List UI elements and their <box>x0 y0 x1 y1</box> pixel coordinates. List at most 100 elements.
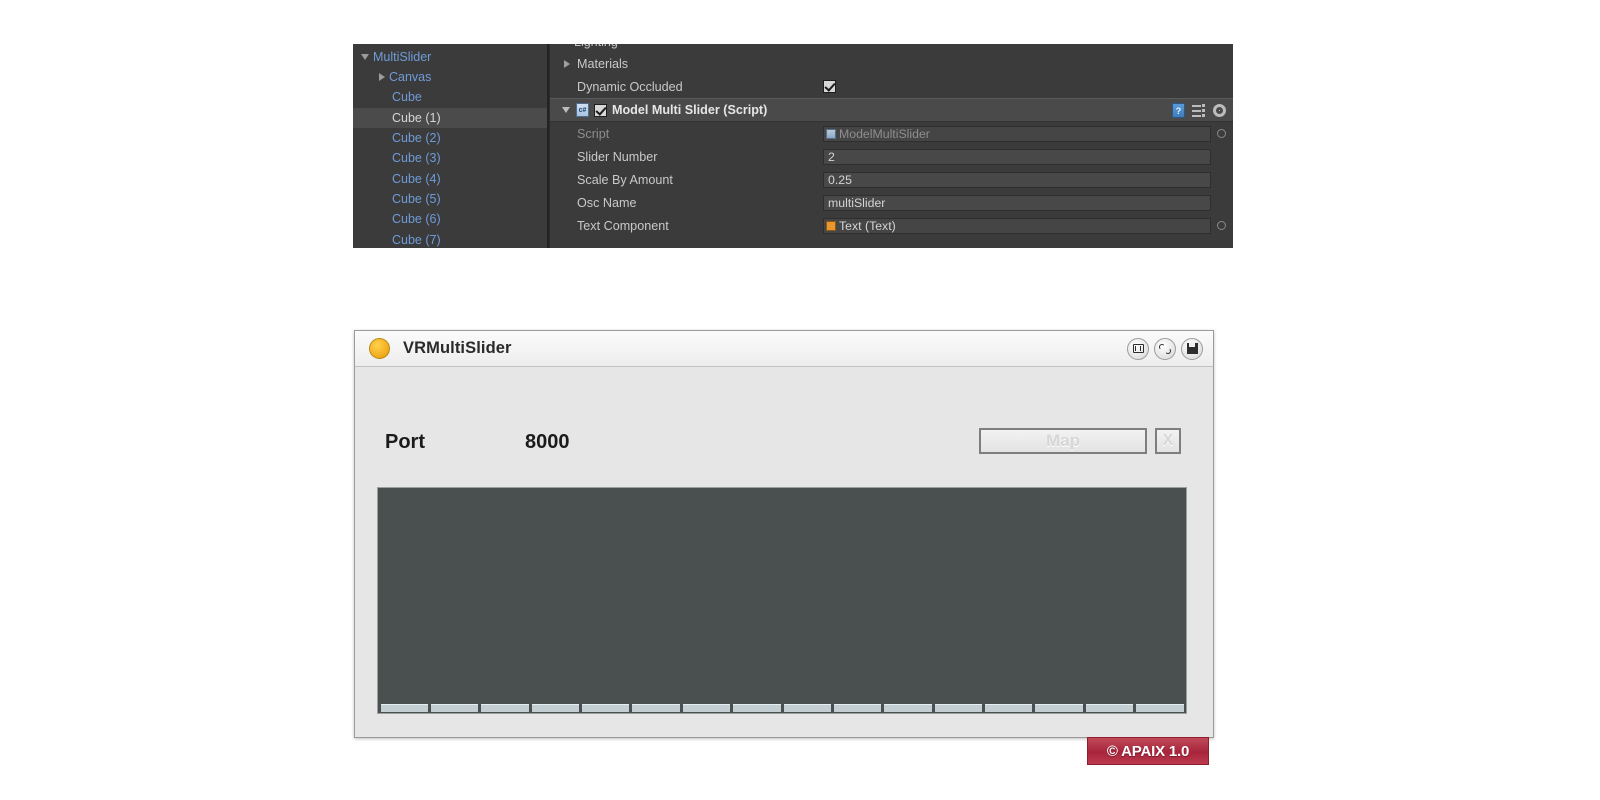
multislider-bar[interactable] <box>985 704 1033 712</box>
text-input-field[interactable]: multiSlider <box>823 194 1211 211</box>
hierarchy-item-label: Cube (1) <box>392 110 441 125</box>
window-title: VRMultiSlider <box>403 339 512 357</box>
hierarchy-item[interactable]: Cube (2) <box>353 128 547 148</box>
hierarchy-item[interactable]: Cube (4) <box>353 169 547 189</box>
hierarchy-item[interactable]: MultiSlider <box>353 47 547 67</box>
component-enabled-checkbox[interactable] <box>594 103 607 117</box>
multislider-bar[interactable] <box>430 704 479 712</box>
dynamic-occluded-checkbox[interactable] <box>823 80 836 93</box>
text-component-icon <box>826 220 836 231</box>
chevron-down-icon[interactable] <box>361 54 369 61</box>
multislider-bar[interactable] <box>884 704 932 712</box>
edit-mode-button[interactable] <box>1127 337 1149 360</box>
object-reference-field[interactable]: ModelMultiSlider <box>823 125 1211 142</box>
hierarchy-item[interactable]: Canvas <box>353 67 547 87</box>
inspector-field-label: Scale By Amount <box>577 172 673 187</box>
hierarchy-item[interactable]: Cube (3) <box>353 148 547 168</box>
multislider-bar[interactable] <box>1085 704 1134 712</box>
multislider-widget[interactable] <box>377 487 1187 714</box>
hierarchy-panel[interactable]: MultiSlider Canvas Cube Cube (1) Cube (2) Cub… <box>353 44 549 248</box>
multislider-bar[interactable] <box>833 704 882 712</box>
patchcord-button[interactable] <box>1154 337 1176 360</box>
close-button[interactable]: X <box>1155 428 1181 454</box>
save-icon <box>1186 343 1198 354</box>
inspector-field-row[interactable]: Text Component Text (Text) <box>550 214 1233 237</box>
save-button[interactable] <box>1181 337 1203 360</box>
materials-label: Materials <box>577 56 629 71</box>
inspector-row-dynamic-occluded[interactable]: Dynamic Occluded <box>550 75 1233 98</box>
object-reference-field[interactable]: Text (Text) <box>823 217 1211 234</box>
port-value[interactable]: 8000 <box>525 431 570 454</box>
object-picker-icon[interactable] <box>1217 129 1226 138</box>
window-status-dot-icon <box>369 338 390 359</box>
map-button[interactable]: Map <box>979 428 1147 454</box>
multislider-bar[interactable] <box>1035 704 1083 712</box>
edit-mode-icon <box>1132 344 1144 353</box>
hierarchy-item[interactable]: Cube (7) <box>353 230 547 248</box>
inspector-field-label: Text Component <box>577 218 669 233</box>
multislider-bar[interactable] <box>531 704 579 712</box>
hierarchy-item-label: Cube (7) <box>392 232 441 247</box>
inspector-panel[interactable]: Lighting Materials Dynamic Occluded c# M… <box>549 44 1233 248</box>
gear-icon[interactable] <box>1213 103 1226 117</box>
preset-icon[interactable] <box>1192 103 1206 117</box>
object-picker-icon[interactable] <box>1217 221 1226 230</box>
inspector-field-label: Script <box>577 126 610 141</box>
port-label: Port <box>385 431 425 453</box>
component-header-model-multi-slider[interactable]: c# Model Multi Slider (Script) ? <box>550 98 1233 122</box>
titlebar-button-group <box>1127 337 1203 360</box>
vrmultislider-window: VRMultiSlider Port 8000 Map X © APAIX 1.… <box>354 330 1214 765</box>
inspector-field-label: Slider Number <box>577 149 658 164</box>
hierarchy-item[interactable]: Cube <box>353 88 547 108</box>
hierarchy-item-label: Cube (6) <box>392 212 441 227</box>
window-titlebar[interactable]: VRMultiSlider <box>355 331 1213 367</box>
inspector-row-materials[interactable]: Materials <box>550 52 1233 75</box>
multislider-bar[interactable] <box>1136 704 1184 712</box>
text-input-field[interactable]: 0.25 <box>823 171 1211 188</box>
multislider-bar[interactable] <box>481 704 529 712</box>
multislider-bar[interactable] <box>582 704 630 712</box>
inspector-field-row[interactable]: Osc Name multiSlider <box>550 191 1233 214</box>
chevron-down-icon[interactable] <box>562 107 570 113</box>
chevron-right-icon[interactable] <box>564 59 570 68</box>
inspector-field-value: ModelMultiSlider <box>839 126 930 141</box>
chevron-right-icon[interactable] <box>379 73 385 82</box>
component-title: Model Multi Slider (Script) <box>612 103 768 117</box>
multislider-bar[interactable] <box>733 704 781 712</box>
inspector-field-value: 2 <box>828 149 835 164</box>
script-asset-icon <box>826 128 836 139</box>
clipped-text: Lighting <box>574 44 618 49</box>
inspector-field-value: Text (Text) <box>839 218 896 233</box>
hierarchy-item[interactable]: Cube (5) <box>353 189 547 209</box>
multislider-bar[interactable] <box>934 704 982 712</box>
inspector-field-value: 0.25 <box>828 172 852 187</box>
csharp-script-icon: c# <box>576 103 589 117</box>
patchcord-icon <box>1159 343 1171 354</box>
patcher-canvas[interactable]: Port 8000 Map X © APAIX 1.0 <box>355 367 1213 765</box>
hierarchy-item[interactable]: Cube (6) <box>353 209 547 229</box>
multislider-bar[interactable] <box>783 704 831 712</box>
hierarchy-item-label: Cube <box>392 90 422 105</box>
hierarchy-item-label: MultiSlider <box>373 49 432 64</box>
hierarchy-item[interactable]: Cube (1) <box>353 107 547 129</box>
hierarchy-item-label: Cube (4) <box>392 171 441 186</box>
hierarchy-item-label: Cube (3) <box>392 151 441 166</box>
inspector-field-row[interactable]: Script ModelMultiSlider <box>550 122 1233 145</box>
multislider-bar[interactable] <box>380 704 428 712</box>
unity-editor-panel: MultiSlider Canvas Cube Cube (1) Cube (2) Cub… <box>353 44 1233 248</box>
multislider-bar[interactable] <box>632 704 680 712</box>
dynamic-occluded-label: Dynamic Occluded <box>577 79 683 94</box>
inspector-field-row[interactable]: Slider Number 2 <box>550 145 1233 168</box>
help-icon[interactable]: ? <box>1172 102 1185 118</box>
text-input-field[interactable]: 2 <box>823 148 1211 165</box>
hierarchy-item-label: Canvas <box>389 70 432 85</box>
inspector-field-row[interactable]: Scale By Amount 0.25 <box>550 168 1233 191</box>
multislider-bar[interactable] <box>682 704 731 712</box>
